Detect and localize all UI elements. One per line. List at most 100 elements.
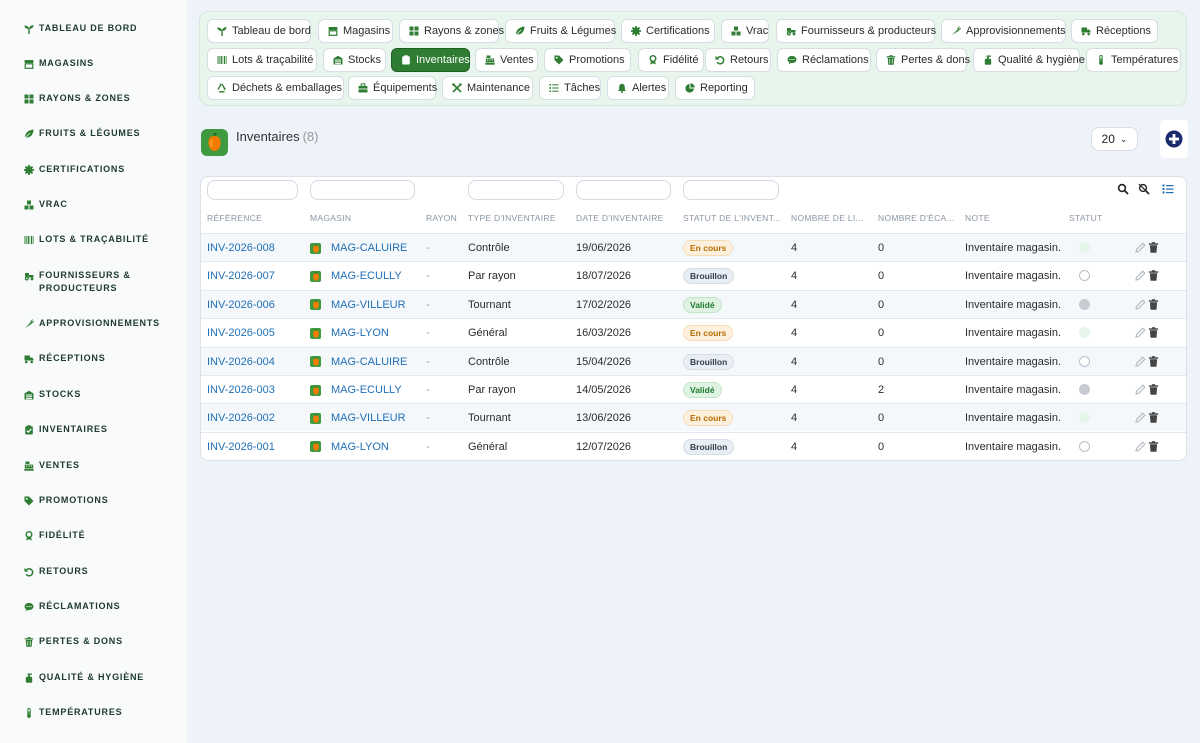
sidebar-item[interactable]: Qualité & hygiène — [24, 671, 174, 684]
delete-icon[interactable] — [1148, 412, 1159, 424]
edit-icon[interactable] — [1135, 242, 1146, 253]
column-header[interactable]: Nombre de li... — [791, 213, 864, 223]
nav-chip[interactable]: Magasins — [318, 19, 393, 43]
filter-reference-input[interactable] — [207, 180, 298, 200]
nav-chip[interactable]: Déchets & emballages — [207, 76, 344, 100]
add-button[interactable] — [1160, 120, 1188, 158]
delete-icon[interactable] — [1148, 355, 1159, 367]
sidebar-item[interactable]: Vrac — [24, 198, 174, 211]
table-row[interactable]: INV-2026-002 MAG-VILLEUR - Tournant 13/06/20… — [201, 403, 1186, 432]
nav-chip[interactable]: Retours — [705, 48, 771, 72]
filter-store-input[interactable] — [310, 180, 415, 200]
nav-chip[interactable]: Inventaires — [391, 48, 470, 72]
store-link[interactable]: MAG-ECULLY — [310, 262, 402, 290]
delete-icon[interactable] — [1148, 270, 1159, 282]
nav-chip[interactable]: Équipements — [348, 76, 437, 100]
page-size-select[interactable]: 20 ⌄ — [1091, 127, 1138, 151]
sidebar-item[interactable]: Ventes — [24, 459, 174, 472]
list-view-icon[interactable] — [1162, 183, 1174, 195]
nav-chip[interactable]: Fournisseurs & producteurs — [776, 19, 936, 43]
edit-icon[interactable] — [1135, 384, 1146, 395]
delete-icon[interactable] — [1148, 384, 1159, 395]
table-row[interactable]: INV-2026-004 MAG-CALUIRE - Contrôle 15/04/20… — [201, 346, 1186, 376]
store-link[interactable]: MAG-LYON — [310, 319, 389, 347]
sidebar-item[interactable]: Tableau de bord — [24, 22, 174, 35]
nav-chip[interactable]: Approvisionnements — [941, 19, 1066, 43]
sidebar-item[interactable]: Inventaires — [24, 423, 174, 436]
nav-chip[interactable]: Maintenance — [442, 76, 533, 100]
nav-chip[interactable]: Vrac — [721, 19, 769, 43]
nav-chip[interactable]: Températures — [1086, 48, 1181, 72]
column-header[interactable]: Magasin — [310, 213, 351, 223]
reference-link[interactable]: INV-2026-003 — [207, 376, 275, 404]
column-header[interactable]: Note — [965, 213, 990, 223]
nav-chip[interactable]: Ventes — [475, 48, 538, 72]
column-header[interactable]: Date d'inventaire — [576, 213, 664, 223]
edit-icon[interactable] — [1135, 356, 1146, 367]
table-row[interactable]: INV-2026-005 MAG-LYON - Général 16/03/2026 En… — [201, 318, 1186, 346]
clear-search-icon[interactable] — [1138, 183, 1150, 195]
store-link[interactable]: MAG-CALUIRE — [310, 348, 407, 376]
table-row[interactable]: INV-2026-008 MAG-CALUIRE - Contrôle 19/06/20… — [201, 233, 1186, 261]
filter-status-input[interactable] — [683, 180, 779, 200]
sidebar-item[interactable]: Magasins — [24, 57, 174, 70]
sidebar-item[interactable]: Lots & traçabilité — [24, 233, 174, 246]
sidebar-item[interactable]: Fruits & légumes — [24, 127, 174, 140]
store-link[interactable]: MAG-CALUIRE — [310, 234, 407, 262]
sidebar-item[interactable]: Retours — [24, 565, 174, 578]
edit-icon[interactable] — [1135, 270, 1146, 282]
sidebar-item[interactable]: Fidélité — [24, 529, 174, 542]
edit-icon[interactable] — [1135, 441, 1146, 452]
nav-chip[interactable]: Rayons & zones — [399, 19, 504, 43]
nav-chip[interactable]: Pertes & dons — [876, 48, 970, 72]
reference-link[interactable]: INV-2026-005 — [207, 319, 275, 347]
table-row[interactable]: INV-2026-007 MAG-ECULLY - Par rayon 18/07/20… — [201, 261, 1186, 289]
table-row[interactable]: INV-2026-006 MAG-VILLEUR - Tournant 17/02/20… — [201, 289, 1186, 319]
store-link[interactable]: MAG-LYON — [310, 433, 389, 460]
nav-chip[interactable]: Tâches — [539, 76, 601, 100]
store-link[interactable]: MAG-VILLEUR — [310, 291, 406, 319]
column-header[interactable]: Statut de l'invent... — [683, 213, 781, 223]
nav-chip[interactable]: Fidélité — [638, 48, 704, 72]
table-row[interactable]: INV-2026-003 MAG-ECULLY - Par rayon 14/05/20… — [201, 375, 1186, 403]
nav-chip[interactable]: Réclamations — [777, 48, 871, 72]
nav-chip[interactable]: Lots & traçabilité — [207, 48, 317, 72]
column-header[interactable]: Type d'inventaire — [468, 213, 556, 223]
reference-link[interactable]: INV-2026-004 — [207, 348, 275, 376]
delete-icon[interactable] — [1148, 441, 1159, 452]
reference-link[interactable]: INV-2026-002 — [207, 404, 275, 432]
column-header[interactable]: Statut — [1069, 213, 1103, 223]
sidebar-item[interactable]: Réceptions — [24, 352, 174, 365]
nav-chip[interactable]: Réceptions — [1071, 19, 1158, 43]
delete-icon[interactable] — [1148, 299, 1159, 310]
edit-icon[interactable] — [1135, 299, 1146, 310]
column-header[interactable]: Nombre d'éca... — [878, 213, 955, 223]
column-header[interactable]: Rayon — [426, 213, 457, 223]
sidebar-item[interactable]: Rayons & zones — [24, 92, 174, 105]
nav-chip[interactable]: Tableau de bord — [207, 19, 311, 43]
sidebar-item[interactable]: Températures — [24, 706, 174, 719]
delete-icon[interactable] — [1148, 327, 1159, 338]
reference-link[interactable]: INV-2026-006 — [207, 291, 275, 319]
nav-chip[interactable]: Qualité & hygiène — [973, 48, 1085, 72]
filter-type-input[interactable] — [468, 180, 564, 200]
reference-link[interactable]: INV-2026-001 — [207, 433, 275, 460]
filter-date-input[interactable] — [576, 180, 671, 200]
search-icon[interactable] — [1117, 183, 1129, 195]
nav-chip[interactable]: Stocks — [323, 48, 386, 72]
edit-icon[interactable] — [1135, 327, 1146, 338]
store-link[interactable]: MAG-ECULLY — [310, 376, 402, 404]
column-header[interactable]: Référence — [207, 213, 262, 223]
sidebar-item[interactable]: Approvisionnements — [24, 317, 174, 330]
delete-icon[interactable] — [1148, 242, 1159, 253]
sidebar-item[interactable]: Réclamations — [24, 600, 174, 613]
nav-chip[interactable]: Promotions — [544, 48, 631, 72]
reference-link[interactable]: INV-2026-008 — [207, 234, 275, 262]
sidebar-item[interactable]: Stocks — [24, 388, 174, 401]
reference-link[interactable]: INV-2026-007 — [207, 262, 275, 290]
nav-chip[interactable]: Fruits & Légumes — [505, 19, 616, 43]
nav-chip[interactable]: Reporting — [675, 76, 755, 100]
edit-icon[interactable] — [1135, 412, 1146, 424]
sidebar-item[interactable]: Pertes & dons — [24, 635, 174, 648]
nav-chip[interactable]: Alertes — [607, 76, 669, 100]
